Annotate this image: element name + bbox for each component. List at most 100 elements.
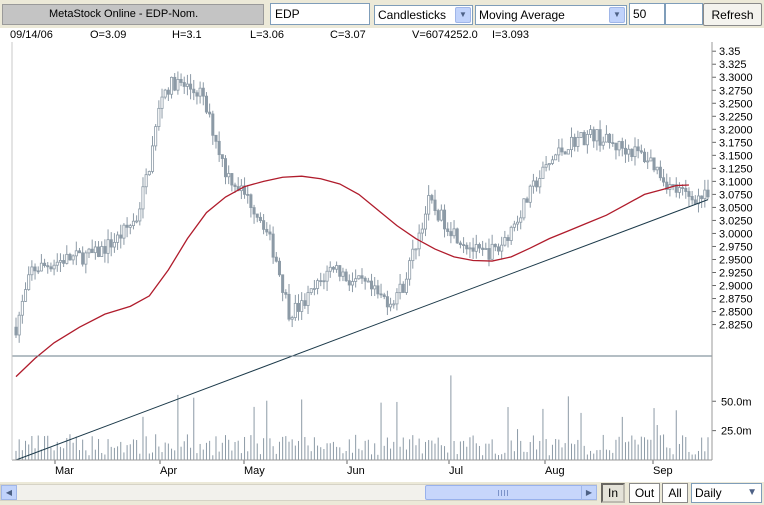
candle-body xyxy=(509,226,513,241)
candle-body xyxy=(325,270,329,282)
chart-style-select[interactable]: Candlesticks ▼ xyxy=(374,5,473,25)
candle-body xyxy=(274,256,278,262)
candle-body xyxy=(636,146,640,152)
candle-body xyxy=(382,294,386,298)
candle-body xyxy=(404,278,408,293)
candle-body xyxy=(614,142,618,151)
candle-body xyxy=(706,189,710,198)
readout-low: L=3.06 xyxy=(250,29,284,41)
candle-body xyxy=(611,142,615,144)
candle-body xyxy=(189,83,193,90)
candle-body xyxy=(465,244,469,250)
candle-body xyxy=(106,239,110,254)
candle-body xyxy=(449,231,453,237)
candle-body xyxy=(116,234,120,243)
candle-body xyxy=(531,180,535,187)
candle-body xyxy=(297,302,301,312)
candle-body xyxy=(573,136,577,147)
candle-body xyxy=(163,89,167,98)
candle-body xyxy=(681,187,685,189)
candle-body xyxy=(157,107,161,127)
candle-body xyxy=(484,248,488,250)
period-input[interactable]: 50 xyxy=(629,3,665,25)
candle-body xyxy=(646,160,650,163)
candle-body xyxy=(506,237,510,241)
candle-body xyxy=(223,158,228,178)
candle-body xyxy=(471,247,475,252)
interval-select[interactable]: Daily ▼ xyxy=(691,483,762,503)
candle-body xyxy=(84,252,88,265)
candle-body xyxy=(211,113,215,136)
candle-body xyxy=(166,89,170,95)
candle-body xyxy=(77,250,81,254)
candle-body xyxy=(608,133,612,143)
candle-body xyxy=(477,244,481,249)
candle-body xyxy=(71,255,75,261)
chevron-down-icon[interactable]: ▼ xyxy=(747,484,757,502)
candle-body xyxy=(265,228,269,233)
candle-body xyxy=(309,288,313,294)
volume-tick-label: 25.0m xyxy=(721,426,752,438)
price-tick-label: 2.8250 xyxy=(719,320,753,332)
candle-body xyxy=(541,166,545,179)
candle-body xyxy=(344,271,348,282)
ohlc-readout: 09/14/06 O=3.09 H=3.1 L=3.06 C=3.07 V=60… xyxy=(0,28,764,42)
candle-body xyxy=(579,132,583,138)
price-axis: 3.353.3253.30003.27503.25003.22503.20003… xyxy=(712,46,753,332)
candle-body xyxy=(385,296,389,308)
extra-input[interactable] xyxy=(665,3,703,25)
price-tick-label: 2.9750 xyxy=(719,241,753,253)
candle-body xyxy=(55,261,59,266)
scroll-right-icon[interactable]: ▶ xyxy=(581,485,597,500)
refresh-button[interactable]: Refresh xyxy=(703,3,762,26)
candle-body xyxy=(230,173,234,186)
candle-body xyxy=(376,285,380,295)
candle-body xyxy=(525,198,529,203)
candle-body xyxy=(347,280,351,286)
candle-body xyxy=(198,87,202,97)
candle-body xyxy=(81,252,85,265)
candle-body xyxy=(528,185,532,203)
candle-body xyxy=(703,189,707,200)
bottom-bar: ◀ ▶ In Out All Daily ▼ xyxy=(0,482,764,505)
symbol-input[interactable]: EDP xyxy=(270,3,370,25)
candle-body xyxy=(214,134,218,142)
readout-open: O=3.09 xyxy=(90,29,127,41)
chart-background xyxy=(0,42,764,482)
candle-body xyxy=(220,154,224,159)
candle-body xyxy=(33,266,37,272)
candle-body xyxy=(249,194,253,209)
horizontal-scrollbar[interactable]: ◀ ▶ xyxy=(0,484,597,501)
scroll-thumb[interactable] xyxy=(425,485,583,500)
price-chart[interactable]: 3.353.3253.30003.27503.25003.22503.20003… xyxy=(0,42,764,482)
candle-body xyxy=(601,141,605,146)
candle-body xyxy=(14,326,18,336)
candle-body xyxy=(150,145,155,172)
candle-body xyxy=(544,164,548,168)
candle-body xyxy=(300,300,304,312)
indicator-select[interactable]: Moving Average ▼ xyxy=(475,5,627,25)
price-tick-label: 3.2000 xyxy=(719,124,753,136)
zoom-out-button[interactable]: Out xyxy=(629,483,660,503)
candle-body xyxy=(360,275,364,279)
chevron-down-icon[interactable]: ▼ xyxy=(455,7,471,23)
candle-body xyxy=(633,146,637,158)
candle-body xyxy=(589,129,593,135)
candle-body xyxy=(122,224,126,239)
candle-body xyxy=(684,187,688,192)
candle-body xyxy=(617,141,621,151)
candle-body xyxy=(379,293,383,296)
price-tick-label: 3.1000 xyxy=(719,176,753,188)
chevron-down-icon[interactable]: ▼ xyxy=(609,7,625,23)
candle-body xyxy=(306,292,310,306)
zoom-in-button[interactable]: In xyxy=(601,483,625,503)
candle-body xyxy=(277,260,281,276)
candle-body xyxy=(322,280,326,283)
scroll-left-icon[interactable]: ◀ xyxy=(1,485,17,500)
candle-body xyxy=(192,88,196,94)
candle-body xyxy=(258,216,262,221)
interval-value: Daily xyxy=(695,486,722,500)
candle-body xyxy=(677,187,681,193)
zoom-all-button[interactable]: All xyxy=(662,483,688,503)
candle-body xyxy=(481,247,485,250)
